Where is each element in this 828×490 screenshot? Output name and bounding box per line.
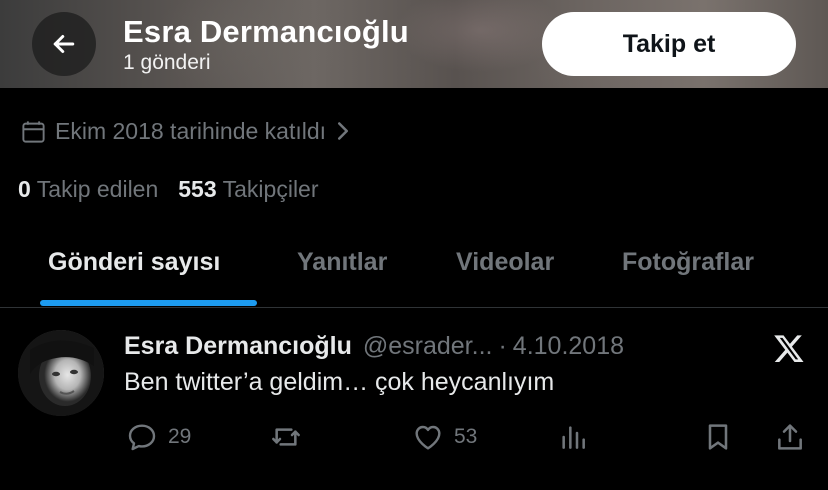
views-button[interactable] bbox=[557, 420, 589, 454]
views-icon bbox=[562, 426, 585, 449]
divider bbox=[0, 307, 828, 308]
bookmark-icon bbox=[708, 424, 728, 450]
tab-videos[interactable]: Videolar bbox=[456, 248, 554, 277]
reply-icon bbox=[128, 424, 156, 451]
header-profile-name: Esra Dermancıoğlu bbox=[123, 14, 409, 49]
profile-header-banner: Esra Dermancıoğlu 1 gönderi Takip et bbox=[0, 0, 828, 88]
following-count[interactable]: 0 bbox=[18, 176, 31, 203]
avatar-photo bbox=[18, 330, 104, 416]
follow-stats: 0 Takip edilen 553 Takipçiler bbox=[18, 174, 319, 204]
tweet-header: Esra Dermancıoğlu @esrader... · 4.10.201… bbox=[124, 330, 624, 362]
tab-photos[interactable]: Fotoğraflar bbox=[622, 248, 754, 277]
reply-count: 29 bbox=[168, 425, 192, 448]
retweet-button[interactable] bbox=[270, 420, 312, 454]
joined-date-row[interactable]: Ekim 2018 tarihinde katıldı bbox=[20, 116, 350, 146]
tab-replies[interactable]: Yanıtlar bbox=[297, 248, 387, 277]
followers-count[interactable]: 553 bbox=[178, 176, 216, 203]
following-label[interactable]: Takip edilen bbox=[37, 176, 158, 203]
tweet-date[interactable]: 4.10.2018 bbox=[513, 332, 624, 361]
like-button[interactable]: 53 bbox=[412, 420, 477, 454]
tweet-text: Ben twitter’a geldim… çok heycanlıyım bbox=[124, 368, 555, 396]
share-icon bbox=[778, 424, 802, 450]
tweet-separator: · bbox=[498, 331, 507, 360]
calendar-icon bbox=[22, 120, 45, 143]
retweet-icon bbox=[272, 428, 300, 446]
tab-posts[interactable]: Gönderi sayısı bbox=[48, 248, 220, 277]
profile-screen: Esra Dermancıoğlu 1 gönderi Takip et Eki… bbox=[0, 0, 828, 490]
followers-label[interactable]: Takipçiler bbox=[223, 176, 319, 203]
like-count: 53 bbox=[454, 425, 478, 448]
arrow-left-icon bbox=[53, 35, 75, 53]
profile-tabs: Gönderi sayısı Yanıtlar Videolar Fotoğra… bbox=[0, 236, 828, 308]
active-tab-indicator bbox=[40, 300, 257, 306]
chevron-right-icon bbox=[338, 122, 349, 140]
tweet-author-handle[interactable]: @esrader... bbox=[363, 332, 493, 361]
bookmark-button[interactable] bbox=[702, 420, 734, 454]
x-logo-icon[interactable] bbox=[772, 332, 806, 364]
follow-button[interactable]: Takip et bbox=[542, 12, 796, 76]
tweet-author-name[interactable]: Esra Dermancıoğlu bbox=[124, 332, 352, 361]
avatar[interactable] bbox=[18, 330, 104, 416]
heart-icon bbox=[415, 425, 441, 450]
joined-date-text: Ekim 2018 tarihinde katıldı bbox=[55, 117, 327, 144]
back-button[interactable] bbox=[32, 12, 96, 76]
share-button[interactable] bbox=[774, 420, 806, 454]
header-post-count: 1 gönderi bbox=[123, 51, 211, 74]
reply-button[interactable]: 29 bbox=[126, 420, 191, 454]
